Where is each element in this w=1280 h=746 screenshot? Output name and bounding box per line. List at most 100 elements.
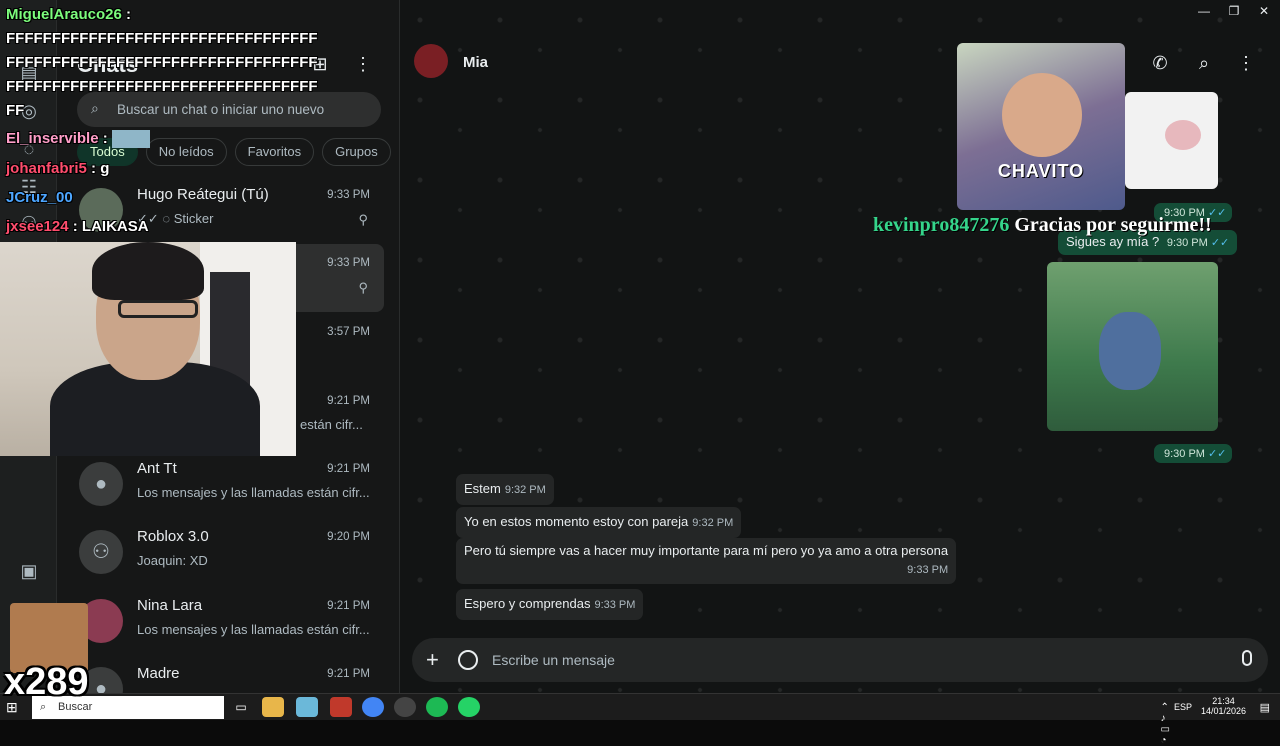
cat-sticker[interactable] bbox=[1125, 92, 1218, 189]
chat-preview: Joaquin: XD bbox=[137, 553, 208, 568]
chat-time: 9:21 PM bbox=[327, 668, 370, 680]
chat-username: El_inservible bbox=[6, 130, 99, 147]
pin-icon: ⚲ bbox=[358, 280, 368, 295]
search-input[interactable] bbox=[117, 92, 372, 127]
attach-icon[interactable]: + bbox=[426, 648, 439, 672]
chat-username: MiguelArauco26 bbox=[6, 6, 122, 23]
chat-preview: están cifr... bbox=[300, 417, 363, 432]
chat-time: 9:21 PM bbox=[327, 600, 370, 612]
clock-date: 14/01/2026 bbox=[1200, 706, 1246, 716]
follow-alert: kevinpro847276 Gracias por seguirme!! bbox=[873, 214, 1212, 237]
incoming-message[interactable]: Estem 9:32 PM bbox=[456, 474, 554, 505]
chat-time: 9:33 PM bbox=[327, 257, 370, 269]
filter-favorites[interactable]: Favoritos bbox=[234, 138, 315, 166]
contact-name[interactable]: Mia bbox=[463, 54, 488, 71]
chat-message: FFFFFFFFFFFFFFFFFFFFFFFFFFFFFFFFFF bbox=[6, 30, 318, 47]
clock[interactable]: 21:34 14/01/2026 bbox=[1201, 696, 1246, 716]
emote-image bbox=[111, 130, 150, 149]
message-text: Estem bbox=[464, 481, 501, 496]
message-timestamp: 9:30 PM ✓✓ bbox=[1154, 444, 1233, 463]
chat-preview: ✓✓ ◌ Sticker bbox=[137, 211, 214, 226]
chat-item[interactable]: ⚇ Roblox 3.0 9:20 PM Joaquin: XD bbox=[72, 518, 384, 586]
app-icon[interactable] bbox=[296, 697, 318, 717]
sticker-caption: CHAVITO bbox=[997, 161, 1085, 181]
chat-message: g bbox=[100, 160, 110, 177]
combo-counter: x289 bbox=[4, 661, 89, 703]
face-shape bbox=[1002, 73, 1082, 157]
message-time: 9:33 PM bbox=[594, 599, 636, 611]
cat-nose-shape bbox=[1165, 120, 1201, 150]
chat-time: 3:57 PM bbox=[327, 326, 370, 338]
whatsapp-icon[interactable] bbox=[458, 697, 480, 717]
message-text: Yo en estos momento estoy con pareja bbox=[464, 514, 689, 529]
tray-icons[interactable]: ⌃ ♪ ▭ ◔ bbox=[1161, 702, 1170, 746]
incoming-message[interactable]: Espero y comprendas 9:33 PM bbox=[456, 589, 644, 620]
microphone-icon[interactable] bbox=[1242, 650, 1252, 666]
language-indicator[interactable]: ESP bbox=[1174, 702, 1192, 712]
search-bar[interactable]: ⌕ bbox=[77, 92, 381, 127]
chat-name: Hugo Reátegui (Tú) bbox=[137, 186, 269, 203]
chat-preview: Los mensajes y las llamadas están cifr..… bbox=[137, 485, 370, 500]
chat-name: Ant Tt bbox=[137, 460, 177, 477]
contact-avatar[interactable] bbox=[414, 44, 448, 78]
conversation-header[interactable]: Mia ✆ ⌕ ⋮ bbox=[400, 33, 1280, 93]
chrome-icon[interactable] bbox=[362, 697, 384, 717]
message-time: 9:32 PM bbox=[692, 517, 734, 529]
group-icon: ⚇ bbox=[79, 530, 123, 574]
message-time: 9:30 PM bbox=[1166, 237, 1208, 249]
chat-time: 9:21 PM bbox=[327, 395, 370, 407]
emoji-icon[interactable] bbox=[458, 650, 478, 670]
message-text: Pero tú siempre vas a hacer muy importan… bbox=[464, 543, 949, 558]
menu-icon[interactable]: ⋮ bbox=[1234, 51, 1258, 75]
windows-taskbar: ⊞ ⌕ Buscar ▭ ⌃ ♪ ▭ ◔ ESP 21:34 14/01/2026 … bbox=[0, 693, 1280, 746]
maximize-button[interactable]: ❐ bbox=[1219, 0, 1249, 22]
clock-time: 21:34 bbox=[1212, 696, 1235, 706]
chat-name: Nina Lara bbox=[137, 597, 203, 614]
file-explorer-icon[interactable] bbox=[262, 697, 284, 717]
message-time: 9:33 PM bbox=[907, 564, 949, 576]
message-time: 9:32 PM bbox=[504, 484, 546, 496]
stitch-shape bbox=[1099, 312, 1161, 390]
glasses-shape bbox=[118, 300, 198, 318]
incoming-message[interactable]: Yo en estos momento estoy con pareja 9:32… bbox=[456, 507, 742, 538]
chat-message: FFFFFFFFFFFFFFFFFFFFFFFFFFFFFFFFFF bbox=[6, 78, 318, 95]
message-text: Espero y comprendas bbox=[464, 596, 591, 611]
chat-time: 9:20 PM bbox=[327, 531, 370, 543]
follow-message: Gracias por seguirme!! bbox=[1014, 214, 1212, 236]
sticker-image[interactable]: CHAVITO bbox=[957, 43, 1125, 210]
filter-unread[interactable]: No leídos bbox=[145, 138, 227, 166]
conversation-panel: Mia ✆ ⌕ ⋮ CHAVITO 9:30 PM ✓✓ Sigues ay mí… bbox=[400, 0, 1280, 693]
close-button[interactable]: ✕ bbox=[1249, 0, 1279, 22]
filter-groups[interactable]: Grupos bbox=[322, 138, 391, 166]
obs-icon[interactable] bbox=[394, 697, 416, 717]
search-icon[interactable]: ⌕ bbox=[1192, 51, 1216, 75]
search-icon: ⌕ bbox=[91, 100, 99, 116]
follower-name: kevinpro847276 bbox=[873, 214, 1010, 236]
minimize-button[interactable]: — bbox=[1189, 0, 1219, 22]
chat-username: JCruz_00 bbox=[6, 189, 73, 206]
spotify-icon[interactable] bbox=[426, 697, 448, 717]
person-hair-shape bbox=[92, 242, 204, 300]
app-icon[interactable] bbox=[330, 697, 352, 717]
chat-item[interactable]: Nina Lara 9:21 PM Los mensajes y las lla… bbox=[72, 587, 384, 655]
chat-name: Madre bbox=[137, 665, 180, 682]
notification-icon[interactable]: ▤ bbox=[1260, 701, 1270, 714]
message-input[interactable] bbox=[492, 638, 1212, 682]
task-view-icon[interactable]: ▭ bbox=[230, 697, 252, 717]
chat-preview: Los mensajes y las llamadas están cifr..… bbox=[137, 622, 370, 637]
chat-username: jxsee124 bbox=[6, 218, 69, 235]
call-icon[interactable]: ✆ bbox=[1148, 51, 1172, 75]
media-icon[interactable]: ▣ bbox=[18, 560, 40, 582]
chat-item[interactable]: ● Madre 9:21 PM bbox=[72, 655, 384, 693]
chat-name: Roblox 3.0 bbox=[137, 528, 209, 545]
chat-message: FFFFFFFFFFFFFFFFFFFFFFFFFFFFFFFFFF bbox=[6, 54, 318, 71]
read-ticks-icon: ✓✓ bbox=[1210, 237, 1230, 249]
chat-item[interactable]: ● Ant Tt 9:21 PM Los mensajes y las llam… bbox=[72, 450, 384, 518]
chat-username: johanfabri5 bbox=[6, 160, 87, 177]
menu-icon[interactable]: ⋮ bbox=[351, 52, 375, 76]
read-ticks-icon: ✓✓ bbox=[1207, 448, 1227, 460]
webcam-feed bbox=[0, 242, 296, 456]
chat-time: 9:21 PM bbox=[327, 463, 370, 475]
stitch-sticker[interactable] bbox=[1047, 262, 1218, 431]
incoming-message[interactable]: Pero tú siempre vas a hacer muy importan… bbox=[456, 538, 957, 584]
